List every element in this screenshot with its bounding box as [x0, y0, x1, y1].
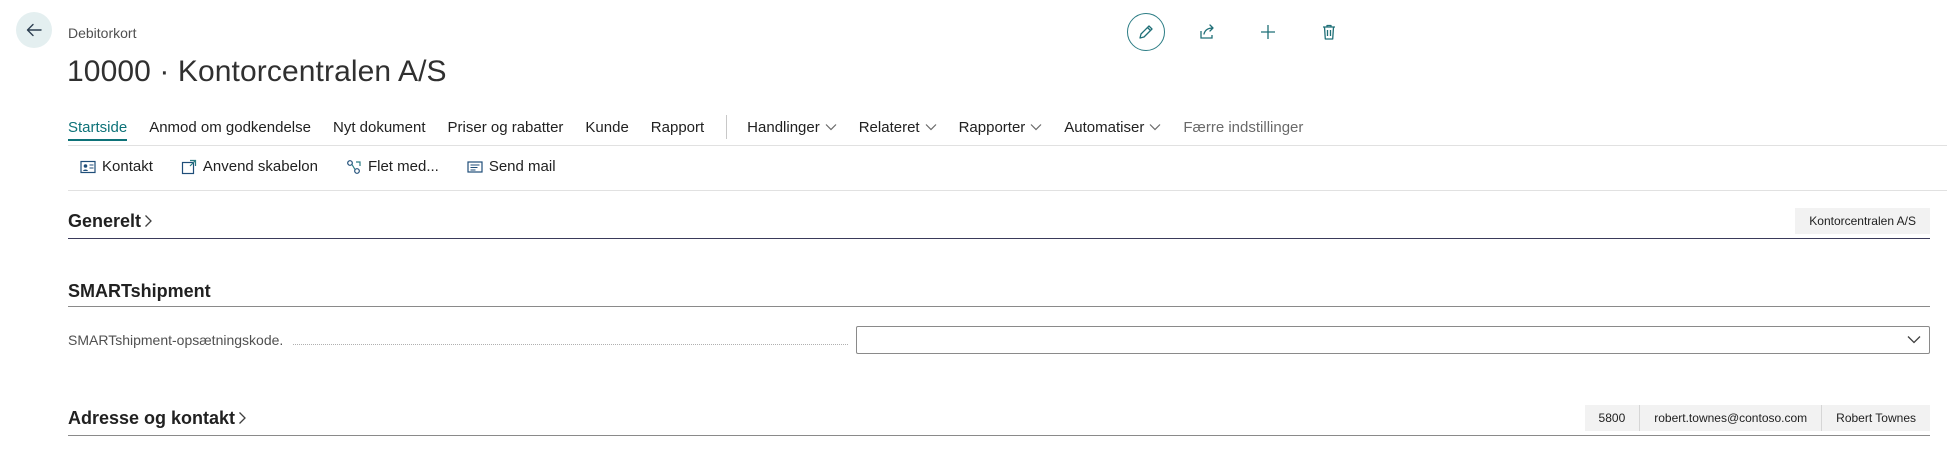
section-smartshipment-header: SMARTshipment [68, 281, 211, 302]
section-address-contact: Adresse og kontakt 5800 robert.townes@co… [68, 405, 1930, 436]
merge-icon [347, 159, 361, 174]
plus-icon [1261, 25, 1275, 39]
new-button[interactable] [1249, 13, 1287, 51]
arrow-left-icon [26, 23, 42, 37]
merge-label: Flet med... [367, 158, 439, 175]
share-icon [1200, 24, 1214, 39]
action-menu: Startside Anmod om godkendelse Nyt dokum… [68, 115, 1947, 141]
chevron-right-icon [239, 412, 246, 424]
trash-icon [1323, 24, 1335, 40]
chevron-down-icon [925, 124, 937, 131]
menu-dropdown-automate[interactable]: Automatiser [1064, 119, 1161, 136]
chevron-down-icon [1907, 336, 1921, 344]
menu-item-new-document[interactable]: Nyt dokument [333, 119, 426, 136]
apply-template-icon [181, 159, 196, 174]
send-mail-button[interactable]: Send mail [467, 158, 556, 175]
menu-item-approval-request[interactable]: Anmod om godkendelse [149, 119, 311, 136]
pencil-icon [1139, 25, 1153, 39]
summary-chip-name: Kontorcentralen A/S [1795, 208, 1930, 234]
edit-button[interactable] [1127, 13, 1165, 51]
section-smartshipment: SMARTshipment [68, 281, 1930, 307]
mail-icon [467, 160, 483, 173]
menu-dropdown-reports[interactable]: Rapporter [959, 119, 1043, 136]
record-actions [1127, 13, 1371, 51]
contact-card-icon [80, 160, 96, 173]
menu-dropdown-label: Handlinger [747, 118, 820, 136]
tab-startside[interactable]: Startside [68, 119, 128, 141]
fewer-options-link[interactable]: Færre indstillinger [1183, 119, 1303, 136]
field-label: SMARTshipment-opsætningskode. [68, 332, 284, 348]
send-mail-label: Send mail [488, 158, 556, 175]
section-underline [68, 435, 1930, 436]
menu-dropdown-actions[interactable]: Handlinger [747, 119, 837, 136]
subbar-divider [68, 190, 1947, 191]
summary-chip-postcode: 5800 [1584, 405, 1640, 431]
apply-template-label: Anvend skabelon [202, 158, 318, 175]
menu-dropdown-label: Automatiser [1064, 118, 1145, 136]
menu-dropdown-related[interactable]: Relateret [859, 119, 937, 136]
page-title: 10000 · Kontorcentralen A/S [67, 55, 447, 88]
delete-button[interactable] [1310, 13, 1348, 51]
menu-item-customer[interactable]: Kunde [585, 119, 628, 136]
menu-item-report[interactable]: Rapport [651, 119, 704, 136]
apply-template-button[interactable]: Anvend skabelon [181, 158, 318, 175]
breadcrumb: Debitorkort [68, 25, 137, 41]
chevron-down-icon [1030, 124, 1042, 131]
share-button[interactable] [1188, 13, 1226, 51]
smartshipment-setup-field: SMARTshipment-opsætningskode. [68, 326, 1930, 354]
section-underline [68, 306, 1930, 307]
menu-item-prices-discounts[interactable]: Priser og rabatter [448, 119, 564, 136]
back-button[interactable] [16, 12, 52, 48]
chevron-right-icon [145, 215, 152, 227]
menu-separator [726, 115, 728, 139]
section-general-header[interactable]: Generelt [68, 211, 153, 232]
summary-chip-contact: Robert Townes [1821, 405, 1930, 431]
chevron-down-icon [825, 124, 837, 131]
section-underline [68, 238, 1930, 239]
menu-divider [68, 145, 1947, 146]
section-title: Generelt [68, 210, 142, 231]
contact-button[interactable]: Kontakt [80, 158, 153, 175]
menu-dropdown-label: Relateret [858, 118, 920, 136]
summary-chips: 5800 robert.townes@contoso.com Robert To… [1584, 405, 1930, 431]
section-title: SMARTshipment [68, 281, 211, 301]
section-title: Adresse og kontakt [68, 407, 236, 428]
field-leader-dots [293, 343, 849, 345]
menu-dropdown-label: Rapporter [958, 118, 1026, 136]
promoted-actions: Kontakt Anvend skabelon Flet med... Send… [80, 158, 584, 175]
summary-chip-email: robert.townes@contoso.com [1639, 405, 1822, 431]
contact-label: Kontakt [102, 158, 153, 175]
section-address-header[interactable]: Adresse og kontakt [68, 408, 247, 429]
summary-chips: Kontorcentralen A/S [1795, 208, 1930, 234]
section-general: Generelt Kontorcentralen A/S [68, 208, 1930, 239]
merge-button[interactable]: Flet med... [346, 158, 439, 175]
chevron-down-icon [1149, 124, 1161, 131]
smartshipment-setup-select[interactable] [856, 326, 1930, 354]
